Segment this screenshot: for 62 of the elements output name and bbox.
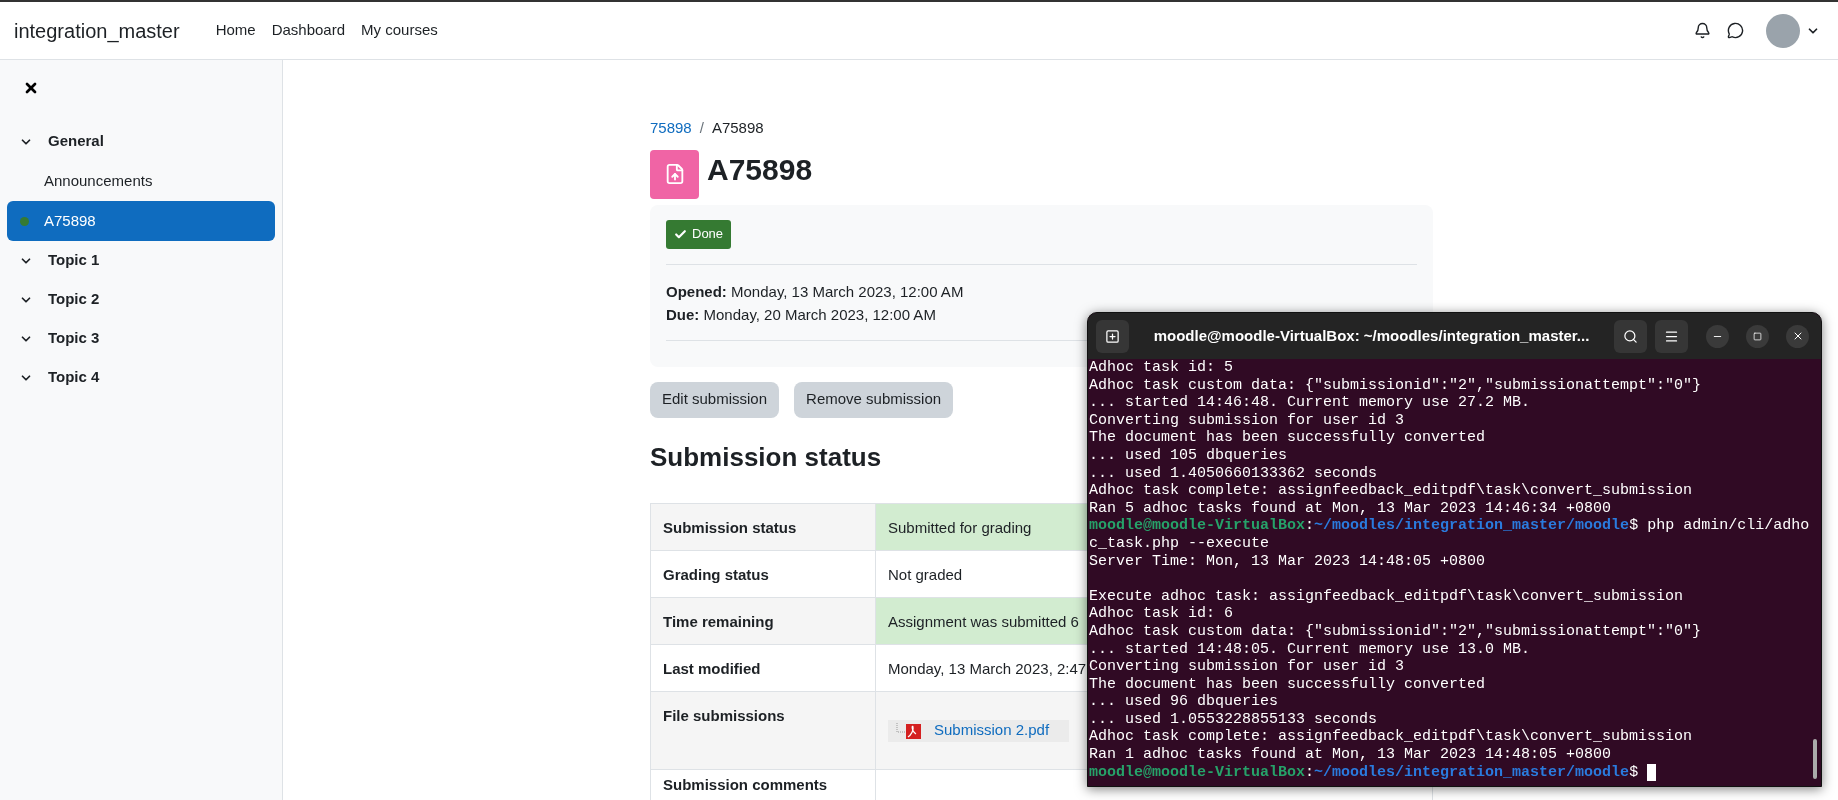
section-toggle[interactable]: Topic 4 [7,358,275,397]
new-tab-button[interactable] [1096,319,1129,353]
section-title[interactable]: Topic 3 [48,327,100,350]
action-button[interactable]: Remove submission [794,381,954,418]
check-icon [674,227,687,241]
nav-link[interactable]: Dashboard [271,15,346,46]
section-toggle[interactable]: Topic 3 [7,319,275,358]
prompt-line: moodle@moodle-VirtualBox:~/moodles/integration_master/moodle$ [1089,763,1639,782]
search-button[interactable] [1614,319,1647,353]
search-icon [1623,328,1638,344]
terminal-line: Adhoc task id: 6 [1089,605,1235,623]
assignment-icon [650,149,699,199]
close-icon[interactable] [23,80,39,96]
scrollbar[interactable] [1813,739,1817,779]
terminal-line: Converting submission for user id 3 [1089,411,1406,430]
action-button[interactable]: Edit submission [650,381,780,418]
pdf-icon [896,722,922,739]
table-header-cell: Submission status [651,503,876,550]
completion-button[interactable]: Done [666,219,732,249]
terminal-line: Converting submission for user id 3 [1089,658,1406,676]
nav-link[interactable]: Home [215,15,256,46]
section-heading: Submission status [650,440,882,474]
menu-button[interactable] [1655,319,1688,353]
terminal-line: ... used 96 dbqueries [1089,693,1280,711]
terminal-line: Adhoc task complete: assignfeedback_editpdf\task\convert_submission [1089,728,1694,747]
section-title[interactable]: Topic 2 [48,288,100,311]
table-header-cell: Time remaining [651,597,876,644]
terminal-line: ... used 1.0553228855133 seconds [1089,710,1379,729]
terminal-line: ... used 1.4050660133362 seconds [1089,464,1379,483]
breadcrumb-separator: / [699,118,704,138]
terminal-line: Adhoc task custom data: {"submissionid":"2","submissionattempt":"0"} [1089,376,1703,395]
date-text: Opened: Monday, 13 March 2023, 12:00 AM [666,281,964,302]
section-toggle[interactable]: Topic 2 [7,280,275,319]
messages-icon[interactable] [1727,22,1744,39]
close-button[interactable] [1786,324,1809,348]
section-title[interactable]: General [48,130,104,153]
table-header-cell: File submissions [651,691,876,769]
sidebar-item[interactable]: Announcements [7,161,275,201]
date-text: Due: Monday, 20 March 2023, 12:00 AM [666,304,936,325]
section-toggle[interactable]: General [7,122,275,161]
new-tab-icon [1105,328,1120,344]
page-title: A75898 [707,151,813,188]
terminal-line: ... started 14:46:48. Current memory use 27.2 MB. [1089,394,1532,412]
terminal-line: The document has been successfully converted [1089,429,1487,447]
site-name[interactable]: integration_master [14,15,180,46]
section-title[interactable]: Topic 1 [48,249,100,272]
breadcrumb-link[interactable]: 75898 [650,117,692,140]
terminal-line: Adhoc task id: 5 [1089,359,1235,377]
maximize-button[interactable] [1746,324,1769,348]
menu-icon [1664,328,1679,344]
terminal-line: Adhoc task complete: assignfeedback_editpdf\task\convert_submission [1089,482,1694,500]
section-toggle[interactable]: Topic 1 [7,241,275,280]
terminal-line: Ran 1 adhoc tasks found at Mon, 13 Mar 2023 14:48:05 +0800 [1089,746,1613,764]
notifications-icon[interactable] [1694,22,1711,39]
nav-link[interactable]: My courses [361,15,438,46]
terminal-line: ... used 105 dbqueries [1089,446,1289,465]
sidebar-item[interactable]: A75898 [7,201,275,241]
window-title: moodle@moodle-VirtualBox: ~/moodles/integration_master... [1152,325,1591,346]
maximize-icon [1753,331,1762,341]
avatar[interactable] [1766,13,1800,48]
section-title[interactable]: Topic 4 [48,366,100,389]
breadcrumb-current: A75898 [711,118,764,138]
